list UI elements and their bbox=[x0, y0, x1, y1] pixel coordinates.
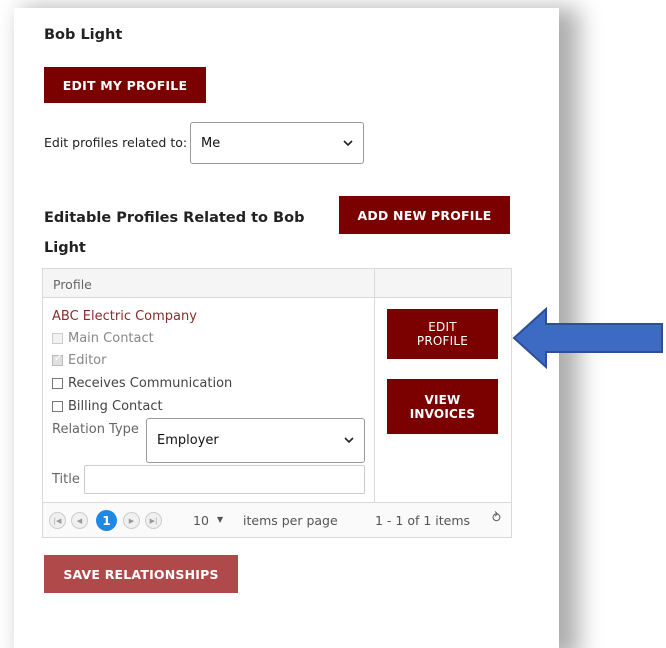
prev-page-icon[interactable]: ◀ bbox=[71, 512, 88, 529]
title-label: Title bbox=[52, 472, 80, 487]
related-filter-select[interactable]: Me bbox=[190, 122, 364, 164]
checkbox-box[interactable] bbox=[52, 353, 63, 366]
next-page-icon[interactable]: ▶ bbox=[123, 512, 140, 529]
edit-my-profile-button[interactable]: EDIT MY PROFILE bbox=[44, 67, 206, 103]
caret-down-icon[interactable]: ▼ bbox=[217, 515, 223, 524]
page-size-select[interactable]: 10 bbox=[193, 513, 209, 528]
checkbox-label: Receives Communication bbox=[68, 376, 233, 391]
checkbox-box[interactable] bbox=[52, 333, 63, 344]
current-page-button[interactable]: 1 bbox=[96, 510, 117, 531]
section-title: Editable Profiles Related to Bob Light bbox=[44, 210, 305, 256]
relation-type-label: Relation Type bbox=[52, 422, 139, 437]
refresh-icon[interactable]: ⥁ bbox=[492, 511, 501, 526]
grid-header: Profile bbox=[43, 269, 511, 298]
checkbox-label: Billing Contact bbox=[68, 399, 163, 414]
first-page-icon[interactable]: |◀ bbox=[49, 512, 66, 529]
billing-contact-checkbox[interactable]: Billing Contact bbox=[52, 399, 163, 414]
checkbox-box[interactable] bbox=[52, 401, 63, 412]
company-name[interactable]: ABC Electric Company bbox=[52, 309, 197, 324]
view-invoices-button[interactable]: VIEW INVOICES bbox=[387, 379, 498, 434]
checkbox-box[interactable] bbox=[52, 378, 63, 389]
left-arrow-icon bbox=[512, 306, 663, 370]
relation-type-value: Employer bbox=[157, 433, 219, 448]
checkbox-label: Editor bbox=[68, 353, 107, 368]
related-filter-label: Edit profiles related to: bbox=[44, 135, 188, 150]
user-name: Bob Light bbox=[44, 27, 123, 43]
chevron-down-icon bbox=[344, 437, 354, 444]
items-per-page-label: items per page bbox=[243, 513, 338, 528]
checkbox-label: Main Contact bbox=[68, 331, 154, 346]
column-header-profile: Profile bbox=[53, 277, 92, 292]
add-new-profile-button[interactable]: ADD NEW PROFILE bbox=[339, 196, 510, 234]
relation-type-select[interactable]: Employer bbox=[146, 418, 365, 463]
editor-checkbox[interactable]: Editor bbox=[52, 353, 106, 368]
main-contact-checkbox[interactable]: Main Contact bbox=[52, 331, 154, 346]
grid-pager: |◀ ◀ 1 ▶ ▶| 10 ▼ items per page 1 - 1 of… bbox=[43, 502, 511, 537]
save-relationships-button[interactable]: SAVE RELATIONSHIPS bbox=[44, 555, 238, 593]
title-input[interactable] bbox=[84, 465, 365, 494]
related-filter-value: Me bbox=[201, 135, 221, 151]
pager-info: 1 - 1 of 1 items bbox=[375, 513, 471, 528]
edit-profile-button[interactable]: EDIT PROFILE bbox=[387, 309, 498, 359]
last-page-icon[interactable]: ▶| bbox=[145, 512, 162, 529]
receives-communication-checkbox[interactable]: Receives Communication bbox=[52, 376, 232, 391]
chevron-down-icon bbox=[343, 139, 353, 146]
column-divider bbox=[374, 269, 375, 502]
